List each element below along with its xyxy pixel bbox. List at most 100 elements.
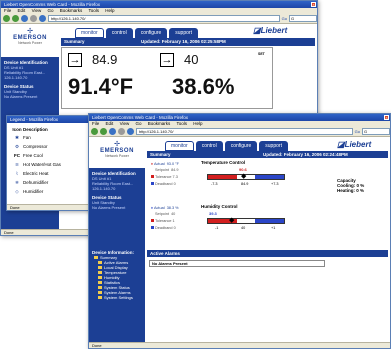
close-icon[interactable]: × (384, 115, 389, 120)
stop-icon[interactable] (30, 15, 37, 22)
liebert-mark-icon: ◪ (253, 26, 261, 35)
front-window-title: Liebert OpenComms Web Card - Mozilla Fir… (92, 115, 188, 120)
close-icon[interactable]: × (311, 2, 316, 7)
folder-icon (98, 261, 102, 265)
temp-tolerance-value: 7.3 (172, 175, 178, 179)
temp-control-title: Temperature Control (201, 160, 246, 165)
hum-marker-icon: ◆ (229, 217, 235, 224)
menu-file[interactable]: File (4, 8, 11, 13)
back-address-bar[interactable]: http://126.1.140.70/ (48, 15, 280, 22)
home-icon[interactable] (39, 15, 46, 22)
front-address-bar[interactable]: http://126.1.140.70/ (136, 128, 353, 135)
temp-setpoint-value: 40 (184, 52, 199, 67)
temp-setpoint-label: Setpoint (155, 168, 169, 172)
front-device-status-line: No Alarms Present (92, 205, 126, 210)
hum-control-title: Humidity Control (201, 204, 238, 209)
hum-tick-mid: 40 (241, 226, 246, 230)
set-label: SET (258, 52, 265, 56)
menu-help[interactable]: Help (193, 121, 202, 126)
tab-configure[interactable]: configure (224, 141, 258, 151)
stop-icon[interactable] (118, 128, 125, 135)
emerson-mark-icon: ✢ (27, 28, 33, 35)
liebert-mark-icon: ◪ (337, 140, 345, 149)
compressor-icon: ⚙ (14, 143, 20, 149)
legend-statusbar: Done (7, 204, 95, 210)
back-search-input[interactable]: G (289, 15, 317, 22)
tab-support[interactable]: support (169, 28, 198, 38)
back-arrow-icon[interactable] (3, 15, 10, 22)
reload-icon[interactable] (109, 128, 116, 135)
humidity-reading: 38.6% (172, 74, 235, 99)
menu-view[interactable]: View (32, 8, 42, 13)
reload-icon[interactable] (21, 15, 28, 22)
temp-setpoint-row: Setpoint 84.9 (155, 168, 178, 172)
front-logo: ✢ EMERSON Network Power (89, 138, 145, 168)
tab-control[interactable]: control (195, 141, 223, 151)
front-search-input[interactable]: G (362, 128, 390, 135)
forward-arrow-icon[interactable] (100, 128, 107, 135)
menu-edit[interactable]: Edit (18, 8, 26, 13)
folder-icon (98, 281, 102, 285)
front-brand-sub: Network Power (105, 154, 129, 158)
menu-tools[interactable]: Tools (176, 121, 187, 126)
back-go-button[interactable]: Go (282, 16, 287, 21)
temp-tick-low: -7.3 (211, 182, 218, 186)
legend-label: Free Cool (23, 153, 43, 158)
humidity-setpoint-arrow-icon: → (68, 53, 82, 67)
front-toolbar: http://126.1.140.70/ Go G (89, 127, 390, 137)
fan-icon: ✱ (15, 134, 19, 140)
legend-col-icon: Icon (12, 126, 22, 132)
temp-deadband-value: 0 (173, 182, 176, 186)
tab-configure[interactable]: configure (134, 28, 168, 38)
menu-bookmarks[interactable]: Bookmarks (148, 121, 171, 126)
deadband-swatch (151, 182, 154, 185)
back-arrow-icon[interactable] (91, 128, 98, 135)
tab-support[interactable]: support (259, 141, 288, 151)
legend-label: Hot Water/Hot Gas (23, 162, 61, 167)
legend-window: Legend - Mozilla Firefox × Icon Descript… (6, 115, 96, 211)
tab-monitor[interactable]: monitor (75, 28, 104, 38)
menu-go[interactable]: Go (136, 121, 142, 126)
legend-item-electric-heat: ⌇ Electric Heat (11, 169, 91, 178)
tree-item-system-settings[interactable]: System Settings (92, 295, 142, 300)
back-summary-label: Summary (64, 39, 85, 44)
temp-tolerance-row: Tolerance 7.3 (151, 175, 178, 179)
humidity-bar (207, 218, 285, 224)
menu-view[interactable]: View (120, 121, 130, 126)
temp-marker-icon: ◆ (241, 173, 247, 180)
hum-deadband-label: Deadband (155, 226, 173, 230)
electric-heat-icon: ⌇ (15, 170, 19, 176)
folder-icon (98, 276, 102, 280)
tree-label: System Settings (104, 295, 133, 300)
legend-label: Compressor (23, 144, 48, 149)
legend-table: Icon Description ✱ Fan ⚙ Compressor FC F… (7, 123, 95, 198)
menu-go[interactable]: Go (48, 8, 54, 13)
hum-deadband-value: 0 (173, 226, 176, 230)
legend-col-desc: Description (23, 126, 48, 132)
menu-bookmarks[interactable]: Bookmarks (60, 8, 83, 13)
front-window-titlebar[interactable]: Liebert OpenComms Web Card - Mozilla Fir… (89, 114, 390, 121)
temp-setpoint-arrow-icon: → (160, 53, 174, 67)
menu-tools[interactable]: Tools (88, 8, 99, 13)
legend-titlebar[interactable]: Legend - Mozilla Firefox × (7, 116, 95, 123)
menu-edit[interactable]: Edit (106, 121, 114, 126)
tab-control[interactable]: control (105, 28, 133, 38)
home-icon[interactable] (127, 128, 134, 135)
active-alarms-row: No Alarms Present (149, 260, 325, 267)
menu-help[interactable]: Help (105, 8, 114, 13)
hum-tick-high: +1 (271, 226, 276, 230)
forward-arrow-icon[interactable] (12, 15, 19, 22)
front-tabs: monitor control configure support (165, 141, 288, 151)
menu-file[interactable]: File (92, 121, 99, 126)
legend-label: Electric Heat (23, 171, 49, 176)
active-alarms-text: No Alarms Present (152, 261, 188, 266)
legend-item-dehumidifier: ❄ Dehumidifier (11, 178, 91, 187)
back-toolbar: http://126.1.140.70/ Go G (1, 14, 317, 24)
back-device-id-line: 126.1.140.70 (4, 75, 28, 80)
front-go-button[interactable]: Go (355, 129, 360, 134)
tab-monitor[interactable]: monitor (165, 141, 194, 151)
folder-icon (98, 296, 102, 300)
back-window-titlebar[interactable]: Liebert OpenComms Web Card - Mozilla Fir… (1, 1, 317, 8)
legend-item-compressor: ⚙ Compressor (11, 142, 91, 151)
hum-tolerance-value: 1 (172, 219, 175, 223)
